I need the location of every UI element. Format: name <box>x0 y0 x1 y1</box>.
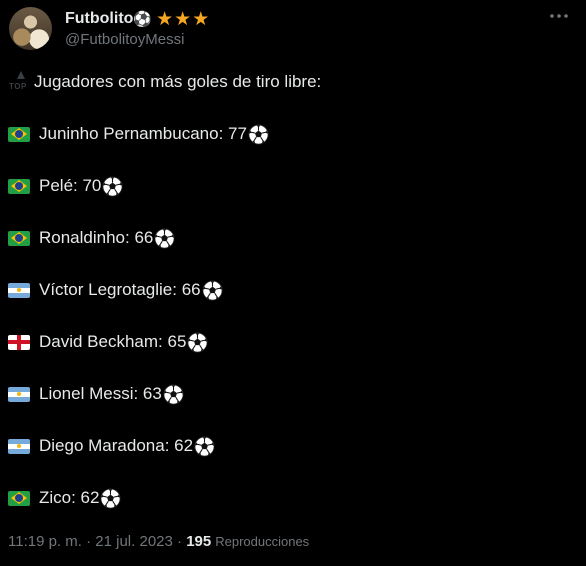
author-row: Futbolito ⚽ ★ ★ ★ <box>65 8 209 30</box>
player-text: David Beckham: 65 <box>39 332 187 351</box>
soccer-ball-icon <box>187 331 208 353</box>
soccer-ball-icon <box>194 435 215 457</box>
player-text: Lionel Messi: 63 <box>39 384 162 403</box>
player-text: Juninho Pernambucano: 77 <box>39 124 247 143</box>
views-label: Reproducciones <box>215 533 310 549</box>
england-flag-icon <box>8 334 30 350</box>
separator: · <box>172 532 187 550</box>
star-icon: ★ <box>174 8 192 30</box>
top-arrow-icon: TOP <box>8 69 34 95</box>
argentina-flag-icon <box>8 438 30 454</box>
star-badges: ★ ★ ★ <box>156 10 209 29</box>
views-count: 195 <box>186 532 212 550</box>
author-display-name[interactable]: Futbolito <box>65 10 133 28</box>
soccer-ball-icon <box>100 487 122 509</box>
soccer-ball-icon <box>154 227 175 249</box>
brazil-flag-icon <box>8 178 30 194</box>
brazil-flag-icon <box>8 490 30 506</box>
separator: · <box>81 532 96 550</box>
player-text: Ronaldinho: 66 <box>39 228 154 247</box>
tweet-time[interactable]: 11:19 p. m. <box>8 533 82 550</box>
star-icon: ★ <box>192 8 210 30</box>
intro-text: Jugadores con más goles de tiro libre: <box>34 72 322 91</box>
list-item: Ronaldinho: 66 <box>8 225 175 251</box>
tweet-metadata: 11:19 p. m. · 21 jul. 2023 · 195 Reprodu… <box>8 531 309 551</box>
intro-line: TOP Jugadores con más goles de tiro libr… <box>8 69 321 95</box>
player-text: Víctor Legrotaglie: 66 <box>39 280 201 299</box>
author-handle[interactable]: @FutbolitoyMessi <box>65 31 184 48</box>
list-item: Diego Maradona: 62 <box>8 433 215 459</box>
brazil-flag-icon <box>8 230 30 246</box>
list-item: Pelé: 70 <box>8 173 123 199</box>
list-item: Víctor Legrotaglie: 66 <box>8 277 223 303</box>
list-item: David Beckham: 65 <box>8 329 208 355</box>
soccer-ball-icon <box>102 175 123 197</box>
brazil-flag-icon <box>8 126 30 142</box>
soccer-ball-icon <box>163 383 184 405</box>
list-item: Juninho Pernambucano: 77 <box>8 121 269 147</box>
soccer-ball-icon: ⚽ <box>133 10 153 28</box>
soccer-ball-icon <box>248 123 269 145</box>
argentina-flag-icon <box>8 282 30 298</box>
more-options-button[interactable] <box>548 6 570 26</box>
list-item: Zico: 62 <box>8 485 122 511</box>
player-text: Pelé: 70 <box>39 176 102 195</box>
avatar[interactable] <box>9 7 52 50</box>
star-icon: ★ <box>156 8 174 30</box>
player-text: Zico: 62 <box>39 488 100 507</box>
tweet-date[interactable]: 21 jul. 2023 <box>95 533 173 550</box>
list-item: Lionel Messi: 63 <box>8 381 184 407</box>
more-options-icon <box>550 14 568 18</box>
tweet: Futbolito ⚽ ★ ★ ★ @FutbolitoyMessi TOP J… <box>0 0 586 566</box>
soccer-ball-icon <box>202 279 223 301</box>
player-text: Diego Maradona: 62 <box>39 436 194 455</box>
argentina-flag-icon <box>8 386 30 402</box>
